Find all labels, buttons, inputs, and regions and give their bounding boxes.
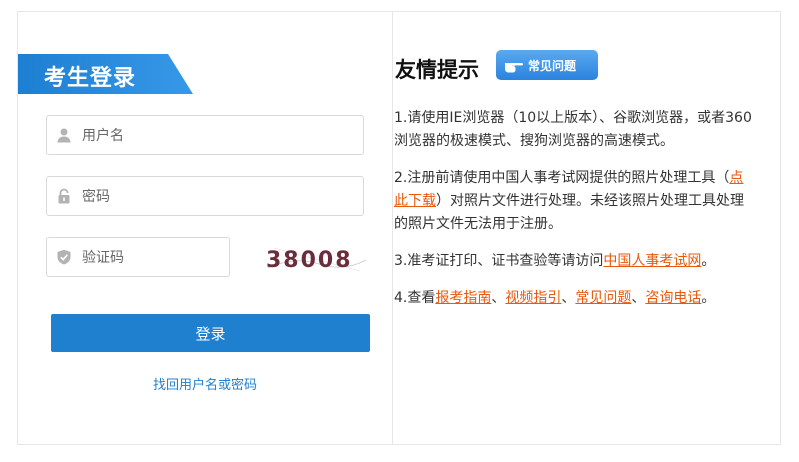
captcha-input[interactable] — [80, 246, 224, 270]
notice-list: 1.请使用IE浏览器（10以上版本）、谷歌浏览器，或者360浏览器的极速模式、搜… — [394, 107, 754, 324]
notice-item-2-text-end: ）对照片文件进行处理。未经该照片处理工具处理的照片文件无法用于注册。 — [394, 193, 744, 232]
password-field[interactable] — [46, 176, 364, 216]
recover-account-link[interactable]: 找回用户名或密码 — [18, 374, 392, 393]
captcha-field[interactable] — [46, 237, 230, 277]
notice-item-2-text: 2.注册前请使用中国人事考试网提供的照片处理工具（ — [394, 170, 730, 186]
notice-title: 友情提示 — [395, 58, 479, 82]
cpta-site-link[interactable]: 中国人事考试网 — [603, 253, 701, 269]
notice-item-1: 1.请使用IE浏览器（10以上版本）、谷歌浏览器，或者360浏览器的极速模式、搜… — [394, 110, 752, 149]
notice-item-3-text: 3.准考证打印、证书查验等请访问 — [394, 253, 604, 269]
login-button[interactable]: 登录 — [51, 314, 370, 352]
notice-item-3: 3.准考证打印、证书查验等请访问中国人事考试网。 — [394, 250, 754, 273]
user-icon — [57, 128, 71, 143]
lock-icon — [58, 188, 70, 204]
username-field[interactable] — [46, 115, 364, 155]
faq-link[interactable]: 常见问题 — [575, 290, 631, 306]
captcha-image[interactable]: 38008 — [264, 238, 368, 278]
panel-divider — [392, 12, 393, 444]
notice-item-3-text-end: 。 — [701, 253, 716, 269]
contact-phone-link[interactable]: 咨询电话 — [645, 290, 701, 306]
shield-check-icon — [57, 249, 71, 265]
username-input[interactable] — [80, 124, 334, 148]
video-guide-link[interactable]: 视频指引 — [505, 290, 561, 306]
password-input[interactable] — [80, 185, 334, 209]
notice-item-4: 4.查看报考指南、视频指引、常见问题、咨询电话。 — [394, 287, 754, 310]
notice-item-4-text: 4.查看 — [394, 290, 436, 306]
separator: 、 — [631, 290, 646, 306]
separator: 、 — [561, 290, 576, 306]
notice-item-4-text-end: 。 — [701, 290, 716, 306]
notice-item-2: 2.注册前请使用中国人事考试网提供的照片处理工具（点此下载）对照片文件进行处理。… — [394, 167, 754, 236]
login-title: 考生登录 — [44, 66, 137, 91]
faq-badge-label: 常见问题 — [528, 58, 577, 73]
separator: 、 — [491, 290, 506, 306]
login-title-banner: 考生登录 — [18, 54, 193, 94]
exam-guide-link[interactable]: 报考指南 — [435, 290, 491, 306]
pointing-hand-icon — [505, 63, 523, 73]
captcha-text: 38008 — [266, 248, 353, 273]
faq-badge-button[interactable]: 常见问题 — [496, 50, 598, 80]
